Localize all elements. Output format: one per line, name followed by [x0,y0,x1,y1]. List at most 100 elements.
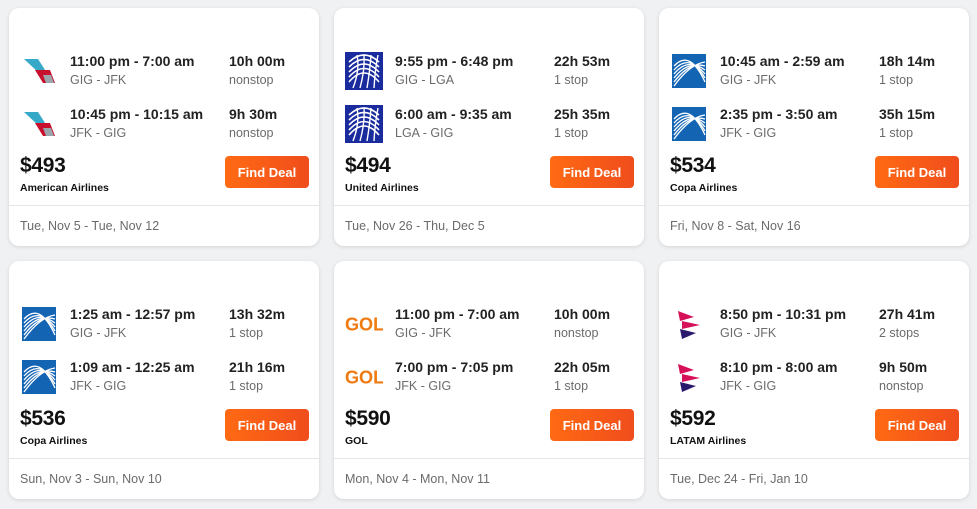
leg-times: 11:00 pm - 7:00 am [395,306,520,322]
return-leg: 8:10 pm - 8:00 am JFK - GIG 9h 50m nonst… [659,356,969,400]
airline-name: GOL [345,435,368,447]
leg-stops: 1 stop [229,326,264,340]
price: $536 [20,407,66,430]
leg-route: JFK - GIG [720,379,777,393]
leg-times: 2:35 pm - 3:50 am [720,106,838,122]
results-grid: 11:00 pm - 7:00 am GIG - JFK 10h 00m non… [9,8,969,499]
leg-duration: 18h 14m [879,53,936,69]
return-leg: 2:35 pm - 3:50 am JFK - GIG 35h 15m 1 st… [659,103,969,147]
leg-route: JFK - GIG [70,126,127,140]
find-deal-button[interactable]: Find Deal [225,409,309,441]
gol-logo: GOL [345,305,383,343]
leg-route: JFK - GIG [70,379,127,393]
leg-times: 1:25 am - 12:57 pm [70,306,196,322]
copa-airlines-logo [20,305,58,343]
leg-stops: nonstop [879,379,924,393]
airline-name: Copa Airlines [20,435,88,447]
price: $534 [670,154,716,177]
leg-times: 8:10 pm - 8:00 am [720,359,838,375]
latam-logo [670,358,708,396]
price: $592 [670,407,716,430]
price: $590 [345,407,391,430]
leg-stops: nonstop [229,126,274,140]
leg-stops: nonstop [229,73,274,87]
airline-name: LATAM Airlines [670,435,747,447]
leg-duration: 27h 41m [879,306,936,322]
find-deal-button[interactable]: Find Deal [875,409,959,441]
leg-times: 11:00 pm - 7:00 am [70,53,195,69]
leg-route: GIG - JFK [70,326,127,340]
flight-result-card[interactable]: 1:25 am - 12:57 pm GIG - JFK 13h 32m 1 s… [9,261,319,499]
leg-route: JFK - GIG [720,126,777,140]
leg-duration: 21h 16m [229,359,286,375]
leg-times: 7:00 pm - 7:05 pm [395,359,514,375]
leg-stops: nonstop [554,326,599,340]
leg-stops: 1 stop [554,126,589,140]
trip-dates: Tue, Nov 5 - Tue, Nov 12 [20,219,160,233]
divider [9,205,319,206]
copa-airlines-logo [20,358,58,396]
svg-text:GOL: GOL [345,314,383,334]
leg-route: JFK - GIG [395,379,452,393]
airline-name: United Airlines [345,182,419,194]
flight-result-card[interactable]: 11:00 pm - 7:00 am GIG - JFK 10h 00m non… [9,8,319,246]
outbound-leg: 11:00 pm - 7:00 am GIG - JFK 10h 00m non… [9,50,319,94]
latam-logo [670,305,708,343]
american-airlines-logo [20,105,58,143]
leg-duration: 10h 00m [554,306,611,322]
price: $493 [20,154,66,177]
price: $494 [345,154,391,177]
divider [334,205,644,206]
gol-logo: GOL [345,358,383,396]
leg-stops: 1 stop [554,73,589,87]
outbound-leg: 9:55 pm - 6:48 pm GIG - LGA 22h 53m 1 st… [334,50,644,94]
trip-dates: Mon, Nov 4 - Mon, Nov 11 [345,472,490,486]
flight-result-card[interactable]: 10:45 am - 2:59 am GIG - JFK 18h 14m 1 s… [659,8,969,246]
find-deal-button[interactable]: Find Deal [225,156,309,188]
leg-times: 8:50 pm - 10:31 pm [720,306,847,322]
return-leg: GOL 7:00 pm - 7:05 pm JFK - GIG 22h 05m … [334,356,644,400]
divider [9,458,319,459]
svg-text:GOL: GOL [345,367,383,387]
divider [659,205,969,206]
leg-duration: 35h 15m [879,106,936,122]
leg-route: GIG - JFK [395,326,452,340]
trip-dates: Fri, Nov 8 - Sat, Nov 16 [670,219,801,233]
leg-route: LGA - GIG [395,126,454,140]
leg-stops: 1 stop [879,126,914,140]
leg-route: GIG - LGA [395,73,455,87]
copa-airlines-logo [670,52,708,90]
divider [334,458,644,459]
find-deal-button[interactable]: Find Deal [875,156,959,188]
leg-route: GIG - JFK [70,73,127,87]
flight-result-card[interactable]: GOL 11:00 pm - 7:00 am GIG - JFK 10h 00m… [334,261,644,499]
leg-route: GIG - JFK [720,326,777,340]
trip-dates: Tue, Nov 26 - Thu, Dec 5 [345,219,485,233]
leg-duration: 9h 50m [879,359,928,375]
leg-stops: 2 stops [879,326,920,340]
flight-result-card[interactable]: 8:50 pm - 10:31 pm GIG - JFK 27h 41m 2 s… [659,261,969,499]
find-deal-button[interactable]: Find Deal [550,409,634,441]
flight-result-card[interactable]: 9:55 pm - 6:48 pm GIG - LGA 22h 53m 1 st… [334,8,644,246]
airline-name: American Airlines [20,182,109,194]
return-leg: 6:00 am - 9:35 am LGA - GIG 25h 35m 1 st… [334,103,644,147]
copa-airlines-logo [670,105,708,143]
leg-times: 10:45 pm - 10:15 am [70,106,204,122]
united-airlines-logo [345,52,383,90]
outbound-leg: 1:25 am - 12:57 pm GIG - JFK 13h 32m 1 s… [9,303,319,347]
leg-duration: 25h 35m [554,106,611,122]
united-airlines-logo [345,105,383,143]
return-leg: 1:09 am - 12:25 am JFK - GIG 21h 16m 1 s… [9,356,319,400]
leg-stops: 1 stop [879,73,914,87]
leg-route: GIG - JFK [720,73,777,87]
airline-name: Copa Airlines [670,182,738,194]
leg-duration: 9h 30m [229,106,278,122]
outbound-leg: 10:45 am - 2:59 am GIG - JFK 18h 14m 1 s… [659,50,969,94]
outbound-leg: 8:50 pm - 10:31 pm GIG - JFK 27h 41m 2 s… [659,303,969,347]
leg-times: 6:00 am - 9:35 am [395,106,512,122]
find-deal-button[interactable]: Find Deal [550,156,634,188]
outbound-leg: GOL 11:00 pm - 7:00 am GIG - JFK 10h 00m… [334,303,644,347]
trip-dates: Tue, Dec 24 - Fri, Jan 10 [670,472,808,486]
leg-duration: 13h 32m [229,306,286,322]
american-airlines-logo [20,52,58,90]
